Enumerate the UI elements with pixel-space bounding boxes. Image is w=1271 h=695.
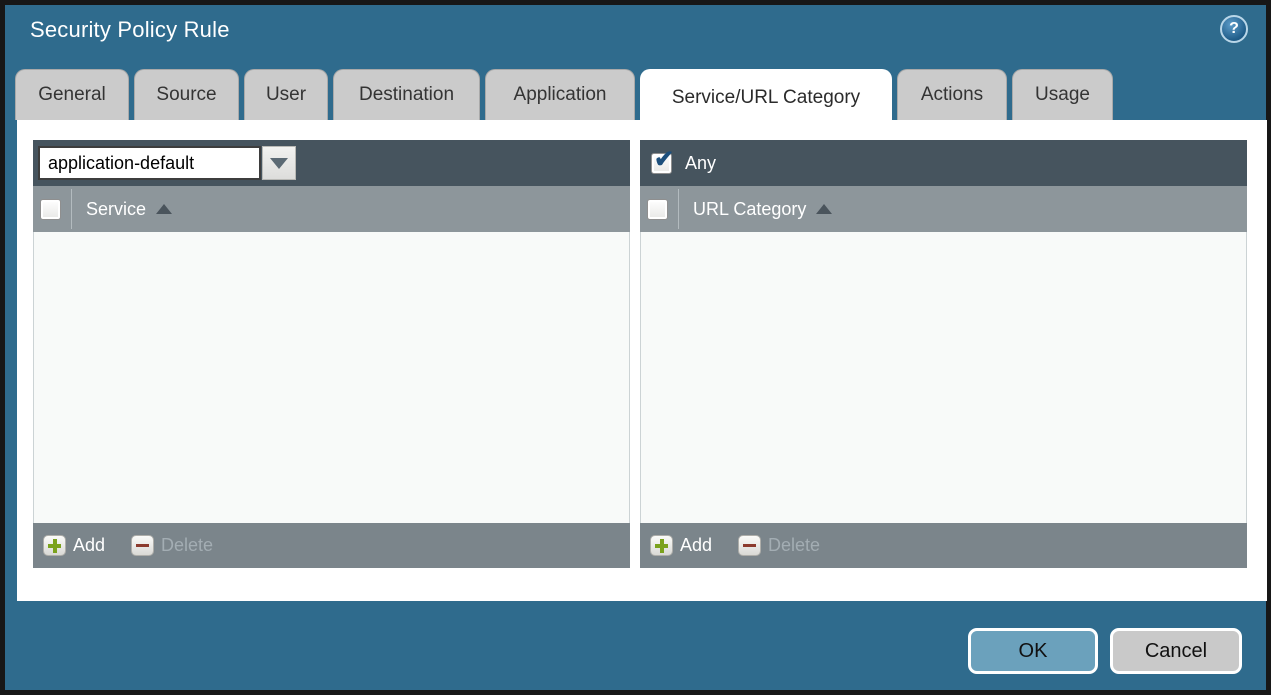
tab-application[interactable]: Application [485, 69, 635, 120]
tab-actions[interactable]: Actions [897, 69, 1007, 120]
url-category-add-button[interactable]: Add [650, 535, 712, 556]
url-category-list-area [640, 232, 1247, 523]
chevron-down-icon [270, 157, 288, 169]
tab-service-url-category[interactable]: Service/URL Category [640, 69, 892, 125]
service-list-area [33, 232, 630, 523]
delete-button-label: Delete [161, 535, 214, 555]
cancel-button[interactable]: Cancel [1110, 628, 1242, 674]
url-category-column-header-row: URL Category [640, 186, 1247, 232]
any-label: Any [685, 152, 717, 173]
tab-usage[interactable]: Usage [1012, 69, 1113, 120]
url-category-column-label: URL Category [693, 198, 807, 219]
service-column-label: Service [86, 198, 147, 219]
service-topbar: application-default [33, 140, 630, 186]
url-category-delete-button[interactable]: Delete [738, 535, 820, 556]
sort-ascending-icon[interactable] [156, 204, 173, 214]
service-panel: application-default Service Add Delete [33, 140, 630, 568]
minus-icon [738, 535, 762, 556]
dialog-title: Security Policy Rule [30, 17, 230, 42]
url-category-topbar: ✔ Any [640, 140, 1247, 186]
add-icon [650, 535, 673, 556]
service-type-dropdown[interactable]: application-default [38, 146, 296, 180]
add-button-label: Add [73, 535, 106, 555]
tab-user[interactable]: User [244, 69, 328, 120]
delete-button-label: Delete [768, 535, 821, 555]
dropdown-button[interactable] [262, 146, 296, 180]
service-footer-toolbar: Add Delete [33, 523, 630, 568]
sort-ascending-icon[interactable] [816, 204, 833, 214]
url-category-footer-toolbar: Add Delete [640, 523, 1247, 568]
security-policy-rule-dialog: Security Policy Rule ? General Source Us… [0, 0, 1271, 695]
service-delete-button[interactable]: Delete [131, 535, 213, 556]
tab-bar: General Source User Destination Applicat… [15, 69, 1113, 125]
add-icon [43, 535, 66, 556]
checkmark-icon: ✔ [654, 145, 675, 173]
help-icon[interactable]: ? [1220, 15, 1248, 43]
column-separator [678, 189, 679, 229]
tab-content-area: application-default Service Add Delete ✔… [17, 120, 1267, 601]
service-add-button[interactable]: Add [43, 535, 105, 556]
add-button-label: Add [680, 535, 713, 555]
ok-button[interactable]: OK [968, 628, 1098, 674]
url-category-panel: ✔ Any URL Category Add Delete [640, 140, 1247, 568]
tab-destination[interactable]: Destination [333, 69, 480, 120]
any-checkbox[interactable]: ✔ [651, 147, 674, 174]
tab-source[interactable]: Source [134, 69, 239, 120]
column-separator [71, 189, 72, 229]
minus-icon [131, 535, 155, 556]
service-column-header-row: Service [33, 186, 630, 232]
tab-general[interactable]: General [15, 69, 129, 120]
service-select-all-checkbox[interactable] [40, 198, 61, 220]
service-type-value[interactable]: application-default [38, 146, 261, 180]
url-category-select-all-checkbox[interactable] [647, 198, 668, 220]
